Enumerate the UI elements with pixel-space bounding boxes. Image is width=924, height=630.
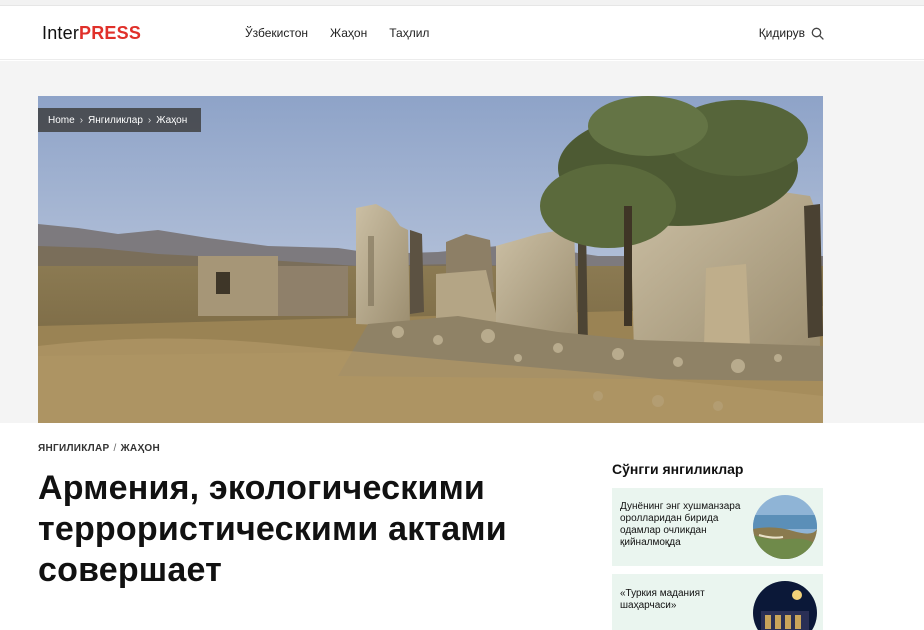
main-nav: Ўзбекистон Жаҳон Таҳлил	[245, 26, 429, 40]
category-news-link[interactable]: ЯНГИЛИКЛАР	[38, 443, 109, 454]
category-separator: /	[113, 443, 117, 454]
latest-news-item-thumbnail	[753, 495, 817, 559]
breadcrumb-news[interactable]: Янгиликлар	[88, 115, 143, 126]
search-icon	[811, 27, 824, 40]
category-world-link[interactable]: ЖАҲОН	[121, 443, 160, 454]
latest-news-item-title: «Туркия маданият шаҳарчаси»	[620, 588, 705, 611]
article-title: Армения, экологическими террористическим…	[38, 469, 507, 589]
site-logo[interactable]: InterPRESS	[42, 23, 141, 44]
search-label: Қидирув	[758, 26, 805, 40]
search-button[interactable]: Қидирув	[759, 26, 824, 40]
latest-news-item-thumbnail	[753, 581, 817, 630]
breadcrumb-world[interactable]: Жаҳон	[156, 115, 187, 126]
nav-item-uzbekistan[interactable]: Ўзбекистон	[245, 26, 308, 40]
latest-news-item[interactable]: «Туркия маданият шаҳарчаси»	[612, 574, 823, 630]
logo-text-inter: Inter	[42, 23, 80, 43]
breadcrumb: Home › Янгиликлар › Жаҳон	[38, 108, 202, 132]
logo-text-press: PRESS	[79, 23, 142, 43]
site-header: InterPRESS Ўзбекистон Жаҳон Таҳлил Қидир…	[0, 6, 924, 60]
article-content: ЯНГИЛИКЛАР / ЖАҲОН Армения, экологически…	[0, 423, 924, 630]
latest-news-item-title: Дунёнинг энг хушманзара оролларидан бири…	[620, 501, 741, 548]
article-category: ЯНГИЛИКЛАР / ЖАҲОН	[38, 443, 160, 454]
breadcrumb-separator: ›	[147, 114, 152, 126]
latest-news-title: Сўнгги янгиликлар	[612, 461, 744, 477]
nav-item-world[interactable]: Жаҳон	[330, 26, 367, 40]
breadcrumb-separator: ›	[79, 114, 84, 126]
nav-item-analysis[interactable]: Таҳлил	[389, 26, 429, 40]
latest-news-item[interactable]: Дунёнинг энг хушманзара оролларидан бири…	[612, 488, 823, 566]
breadcrumb-home[interactable]: Home	[48, 115, 75, 126]
article-hero-image	[38, 96, 823, 423]
